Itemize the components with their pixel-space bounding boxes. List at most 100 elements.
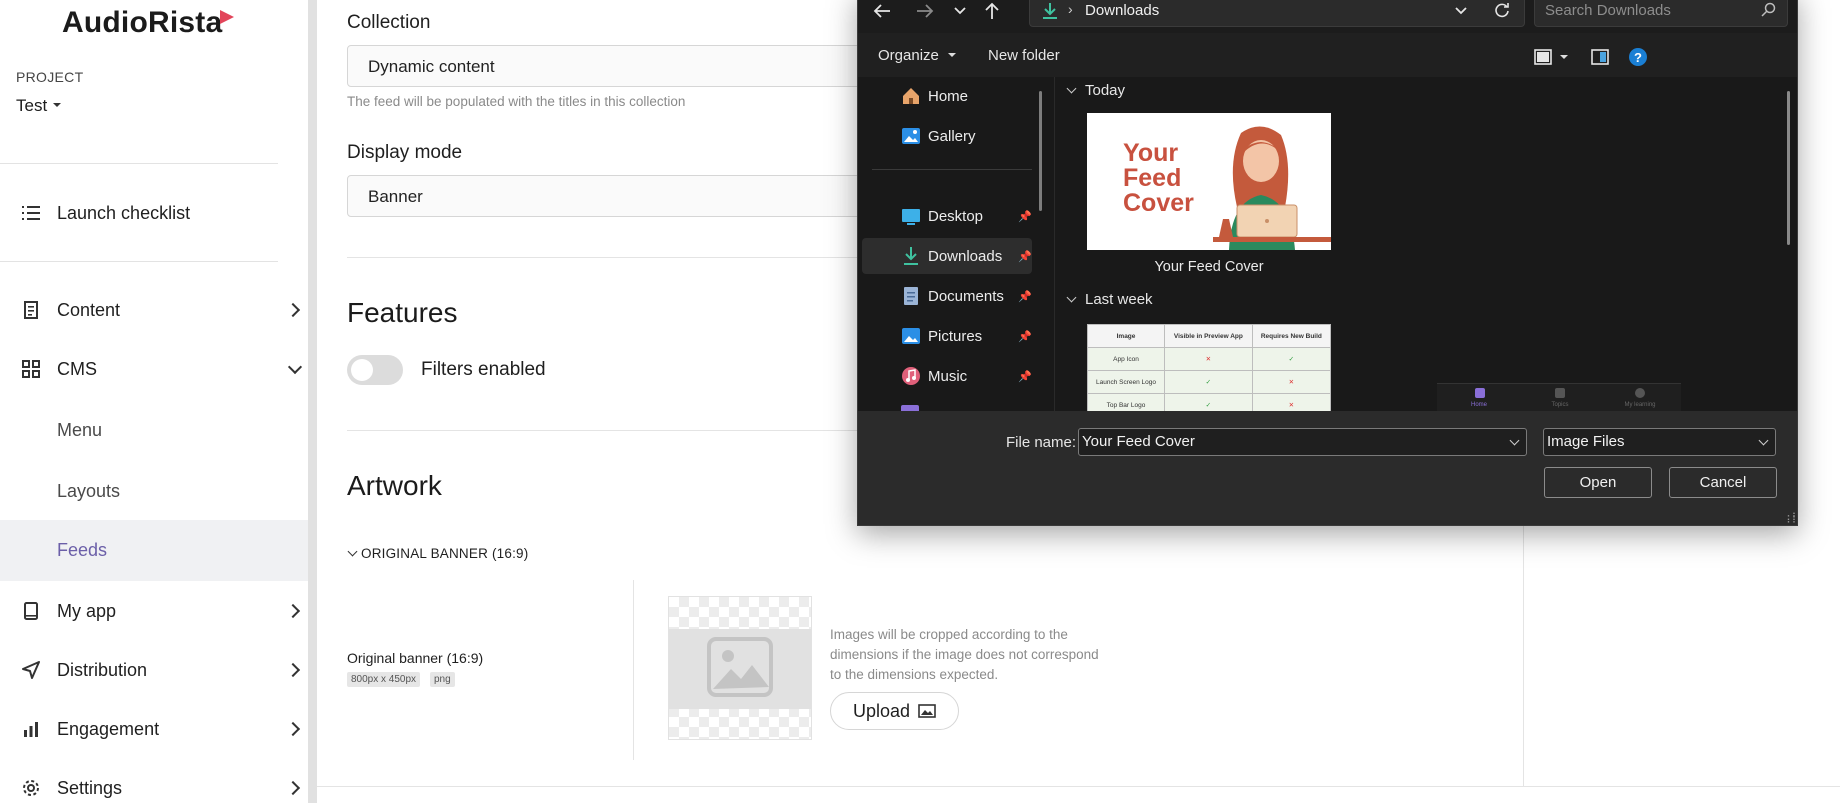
tab-label: My learning <box>1624 402 1656 408</box>
sidebar-item-label: Content <box>57 299 121 320</box>
up-arrow-icon[interactable] <box>982 1 1002 21</box>
file-name-input[interactable]: Your Feed Cover <box>1078 428 1527 456</box>
nav-pane-desktop[interactable]: Desktop 📌 <box>862 198 1032 234</box>
section-divider <box>347 257 887 258</box>
sidebar-item-label: CMS <box>57 358 97 379</box>
sidebar-item-feeds[interactable]: Feeds <box>0 520 308 581</box>
image-icon <box>918 704 936 718</box>
address-dropdown-icon[interactable] <box>1455 7 1467 15</box>
upload-button[interactable]: Upload <box>830 692 960 730</box>
filters-toggle-label: Filters enabled <box>421 359 546 380</box>
chevron-down-icon <box>1066 292 1077 303</box>
sidebar-divider <box>0 163 278 164</box>
file-name-label[interactable]: Your Feed Cover <box>1087 259 1331 275</box>
project-selector[interactable]: Test <box>16 96 62 116</box>
sidebar-item-menu[interactable]: Menu <box>0 401 308 459</box>
artwork-title: Artwork <box>347 470 442 501</box>
nav-pane-downloads[interactable]: Downloads 📌 <box>862 238 1032 274</box>
refresh-icon[interactable] <box>1494 2 1510 18</box>
nav-pane-gallery[interactable]: Gallery <box>862 118 1032 154</box>
file-type-select[interactable]: Image Files <box>1543 428 1776 456</box>
nav-pane-documents[interactable]: Documents 📌 <box>862 278 1032 314</box>
svg-text:?: ? <box>1634 50 1642 65</box>
sidebar-item-settings[interactable]: Settings <box>0 759 308 803</box>
chevron-down-icon <box>1758 435 1769 446</box>
chevron-down-icon[interactable] <box>1509 435 1520 446</box>
pin-icon[interactable]: 📌 <box>1018 330 1032 343</box>
pin-icon[interactable]: 📌 <box>1018 290 1032 303</box>
file-name-value: Your Feed Cover <box>1082 433 1195 450</box>
display-mode-select[interactable]: Banner <box>347 175 907 217</box>
pin-icon[interactable]: 📌 <box>1018 250 1032 263</box>
download-icon <box>904 247 918 265</box>
file-thumbnail-app-tabbar[interactable]: Home Topics My learning <box>1437 383 1681 411</box>
group-header-today[interactable]: Today <box>1066 82 1125 99</box>
sidebar-item-layouts[interactable]: Layouts <box>0 462 308 520</box>
file-type-value: Image Files <box>1547 433 1625 450</box>
home-icon <box>903 88 919 104</box>
nav-pane-scrollbar[interactable] <box>1039 91 1042 211</box>
view-mode-icon[interactable] <box>1534 49 1552 65</box>
collection-select[interactable]: Dynamic content <box>347 45 907 87</box>
search-input[interactable]: Search Downloads <box>1534 0 1788 27</box>
sidebar-item-engagement[interactable]: Engagement <box>0 700 308 758</box>
table-cell: Top Bar Logo <box>1087 393 1166 411</box>
resize-grip-icon[interactable]: ⠠⠰ ⠰⠸ <box>1784 510 1796 525</box>
table-header: Image <box>1087 324 1166 348</box>
table-cell: ✓ <box>1164 393 1253 411</box>
cancel-button[interactable]: Cancel <box>1669 467 1777 498</box>
pin-icon[interactable]: 📌 <box>1018 370 1032 383</box>
content-scrollbar[interactable] <box>1787 91 1790 245</box>
sidebar-item-launch-checklist[interactable]: Launch checklist <box>0 184 308 242</box>
nav-pane-label: Gallery <box>928 127 976 145</box>
nav-pane-pictures[interactable]: Pictures 📌 <box>862 318 1032 354</box>
help-icon[interactable]: ? <box>1628 47 1648 67</box>
nav-pane-label: Documents <box>928 287 1004 305</box>
banner-item-title: Original banner (16:9) <box>347 650 484 666</box>
table-cell: Launch Screen Logo <box>1087 370 1166 394</box>
original-banner-section-toggle[interactable]: ORIGINAL BANNER (16:9) <box>347 546 529 561</box>
back-arrow-icon[interactable] <box>872 1 892 21</box>
nav-pane-label: Downloads <box>928 247 1003 265</box>
image-placeholder[interactable] <box>668 596 812 740</box>
nav-pane-home[interactable]: Home <box>862 78 1032 114</box>
chevron-right-icon <box>285 721 301 737</box>
new-folder-button[interactable]: New folder <box>988 47 1060 64</box>
pin-icon[interactable]: 📌 <box>1018 210 1032 223</box>
caret-down-icon <box>53 102 62 107</box>
file-thumbnail-your-feed-cover[interactable]: Your Feed Cover <box>1087 113 1331 250</box>
sidebar-item-my-app[interactable]: My app <box>0 582 308 640</box>
organize-button[interactable]: Organize <box>878 47 957 64</box>
music-icon <box>902 367 920 385</box>
image-table-preview: Image Visible in Preview App Requires Ne… <box>1087 324 1331 411</box>
sidebar-scrollbar[interactable] <box>308 0 317 803</box>
brand-logo[interactable]: AudioRista <box>62 6 222 40</box>
table-cell: ✕ <box>1251 393 1331 411</box>
recent-dropdown-icon[interactable] <box>950 1 970 21</box>
preview-pane-icon[interactable] <box>1591 49 1609 65</box>
group-header-last-week[interactable]: Last week <box>1066 291 1153 308</box>
table-header: Requires New Build <box>1251 324 1331 348</box>
file-thumbnail-image-table[interactable]: Image Visible in Preview App Requires Ne… <box>1087 324 1331 411</box>
table-header: Visible in Preview App <box>1164 324 1253 348</box>
section-title: ORIGINAL BANNER (16:9) <box>361 546 529 561</box>
filters-toggle[interactable] <box>347 355 403 385</box>
sidebar-item-cms[interactable]: CMS <box>0 340 308 398</box>
view-dropdown-icon[interactable] <box>1560 55 1568 59</box>
nav-pane-label: Desktop <box>928 207 984 225</box>
features-title: Features <box>347 297 458 328</box>
forward-arrow-icon[interactable] <box>915 1 935 21</box>
chevron-down-icon <box>1066 83 1077 94</box>
sidebar-item-content[interactable]: Content <box>0 281 308 339</box>
dialog-footer: File name: Your Feed Cover Image Files O… <box>858 411 1797 525</box>
sidebar: AudioRista PROJECT Test Launch checklist… <box>0 0 308 803</box>
open-button[interactable]: Open <box>1544 467 1652 498</box>
address-bar[interactable]: › Downloads <box>1029 0 1525 27</box>
breadcrumb-separator-icon: › <box>1068 1 1073 17</box>
dialog-address-bar: › Downloads Search Downloads <box>858 0 1797 33</box>
nav-pane-music[interactable]: Music 📌 <box>862 358 1032 394</box>
breadcrumb[interactable]: Downloads <box>1085 2 1159 19</box>
sidebar-item-distribution[interactable]: Distribution <box>0 641 308 699</box>
project-label: PROJECT <box>16 69 84 85</box>
chevron-right-icon <box>285 662 301 678</box>
